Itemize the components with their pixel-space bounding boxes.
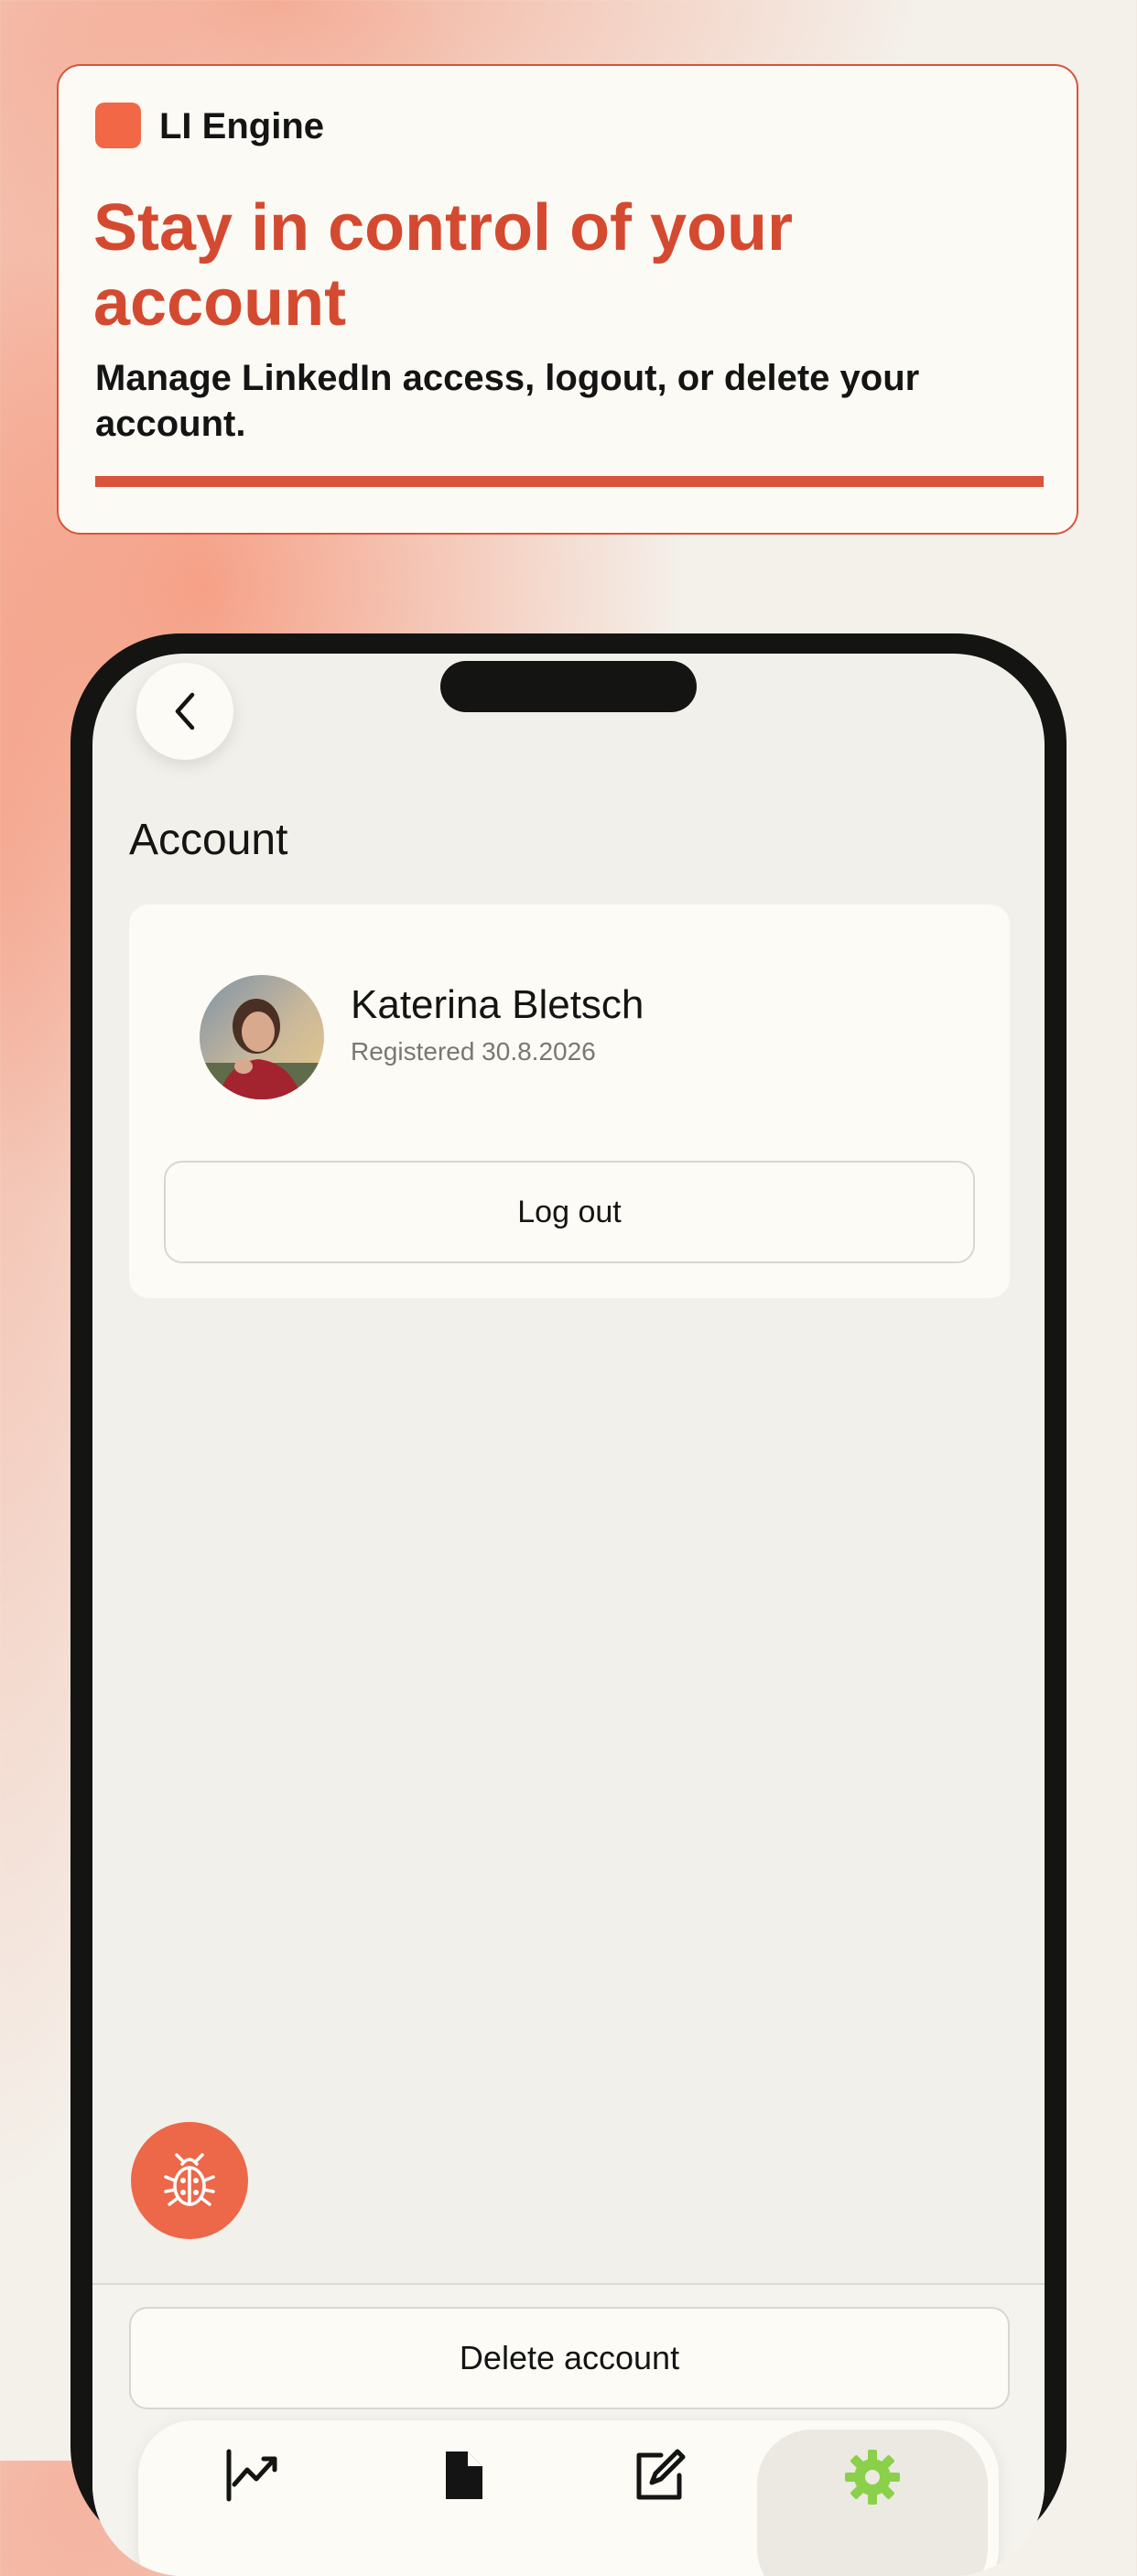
page-title: Account: [129, 816, 288, 864]
phone-frame: Account Katerina Bletsch Registered 30.8…: [70, 633, 1067, 2576]
promo-subline: Manage LinkedIn access, logout, or delet…: [95, 358, 920, 444]
chevron-left-icon: [175, 692, 195, 731]
back-button[interactable]: [136, 663, 233, 760]
avatar: [200, 975, 324, 1099]
delete-account-button[interactable]: Delete account: [129, 2307, 1010, 2409]
brand-logo-icon: [95, 103, 141, 148]
promo-card: LI Engine Stay in control of your accoun…: [57, 64, 1078, 535]
tab-analytics[interactable]: [147, 2420, 358, 2576]
gear-icon: [845, 2450, 900, 2505]
bug-report-button[interactable]: [131, 2122, 248, 2239]
account-screen: Account Katerina Bletsch Registered 30.8…: [92, 654, 1045, 2576]
tab-settings[interactable]: [757, 2430, 988, 2576]
brand-name: LI Engine: [159, 106, 324, 146]
promo-headline: Stay in control of your account: [93, 191, 794, 340]
tab-documents[interactable]: [358, 2420, 568, 2576]
logout-button[interactable]: Log out: [164, 1161, 975, 1263]
user-name: Katerina Bletsch: [351, 982, 644, 1027]
profile-card: Katerina Bletsch Registered 30.8.2026 Lo…: [129, 904, 1010, 1298]
analytics-chart-icon: [226, 2449, 277, 2502]
compose-icon: [636, 2449, 686, 2500]
registration-date: Registered 30.8.2026: [351, 1037, 596, 1066]
tab-compose[interactable]: [554, 2420, 764, 2576]
dynamic-island: [440, 661, 697, 712]
tab-bar: [138, 2420, 999, 2576]
promo-accent-bar: [95, 476, 1044, 487]
ladybug-icon: [164, 2153, 215, 2206]
document-icon: [446, 2452, 482, 2499]
